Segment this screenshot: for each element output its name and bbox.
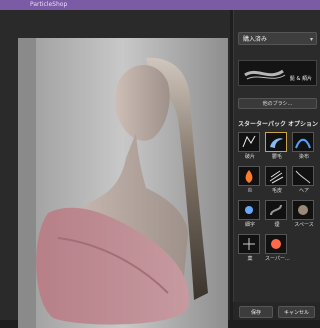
brush-fabric[interactable]: 染布 <box>292 132 316 162</box>
brush-sparkle[interactable]: 菓 <box>238 234 262 264</box>
brush-label: スペース <box>294 222 314 228</box>
hair-icon <box>292 166 314 186</box>
brush-space[interactable]: スペース <box>292 200 316 230</box>
brush-light[interactable]: 細字 <box>238 200 262 230</box>
canvas-area[interactable] <box>0 10 230 328</box>
portrait-image <box>18 38 228 328</box>
brush-shards[interactable]: 破片 <box>238 132 262 162</box>
photo-canvas[interactable] <box>18 38 228 328</box>
starter-pack-label: スターターパック オプション <box>238 121 319 128</box>
brush-preview-label: 髭 & 頬片 <box>289 76 312 82</box>
brush-stroke-preview <box>244 69 286 80</box>
brush-fur[interactable]: 毛皮 <box>265 166 289 196</box>
brush-label: 炎 <box>247 188 253 194</box>
crescent-icon <box>265 132 287 152</box>
space-icon <box>292 200 314 220</box>
brush-label: スーパー... <box>265 256 290 262</box>
brush-smoke[interactable]: 煙 <box>265 200 289 230</box>
shards-icon <box>238 132 260 152</box>
cancel-button[interactable]: キャンセル <box>278 306 315 318</box>
brush-label: 毛皮 <box>271 188 282 194</box>
preset-dropdown[interactable]: 購入済み ▾ <box>238 32 317 45</box>
sparkle-icon <box>238 234 260 254</box>
save-button[interactable]: 保存 <box>239 306 273 318</box>
smoke-icon <box>265 200 287 220</box>
brush-fire[interactable]: 炎 <box>238 166 262 196</box>
fur-icon <box>265 166 287 186</box>
fabric-icon <box>292 132 314 152</box>
panel-footer: 保存 キャンセル <box>233 302 320 320</box>
preset-dropdown-value: 購入済み <box>243 36 268 43</box>
brush-burst[interactable]: スーパー... <box>265 234 290 264</box>
brush-label: 破片 <box>244 154 255 160</box>
brush-label: 染布 <box>298 154 309 160</box>
brush-crescent[interactable]: 鬱毛 <box>265 132 289 162</box>
brush-label: 菓 <box>247 256 253 262</box>
particle-panel: 購入済み ▾ 髭 & 頬片 他のブラシ... スターターパック オプション 破片… <box>233 10 320 320</box>
window-title: ParticleShop <box>30 1 68 8</box>
brush-label: ヘア <box>298 188 309 194</box>
light-icon <box>238 200 260 220</box>
fire-icon <box>238 166 260 186</box>
brush-hair[interactable]: ヘア <box>292 166 316 196</box>
brush-label: 煙 <box>274 222 280 228</box>
brush-label: 鬱毛 <box>271 154 282 160</box>
brush-label: 細字 <box>244 222 255 228</box>
chevron-down-icon: ▾ <box>309 36 313 43</box>
other-brushes-button[interactable]: 他のブラシ... <box>238 98 317 109</box>
brush-preview[interactable]: 髭 & 頬片 <box>238 60 317 86</box>
burst-icon <box>265 234 287 254</box>
title-bar: ParticleShop <box>0 0 320 10</box>
